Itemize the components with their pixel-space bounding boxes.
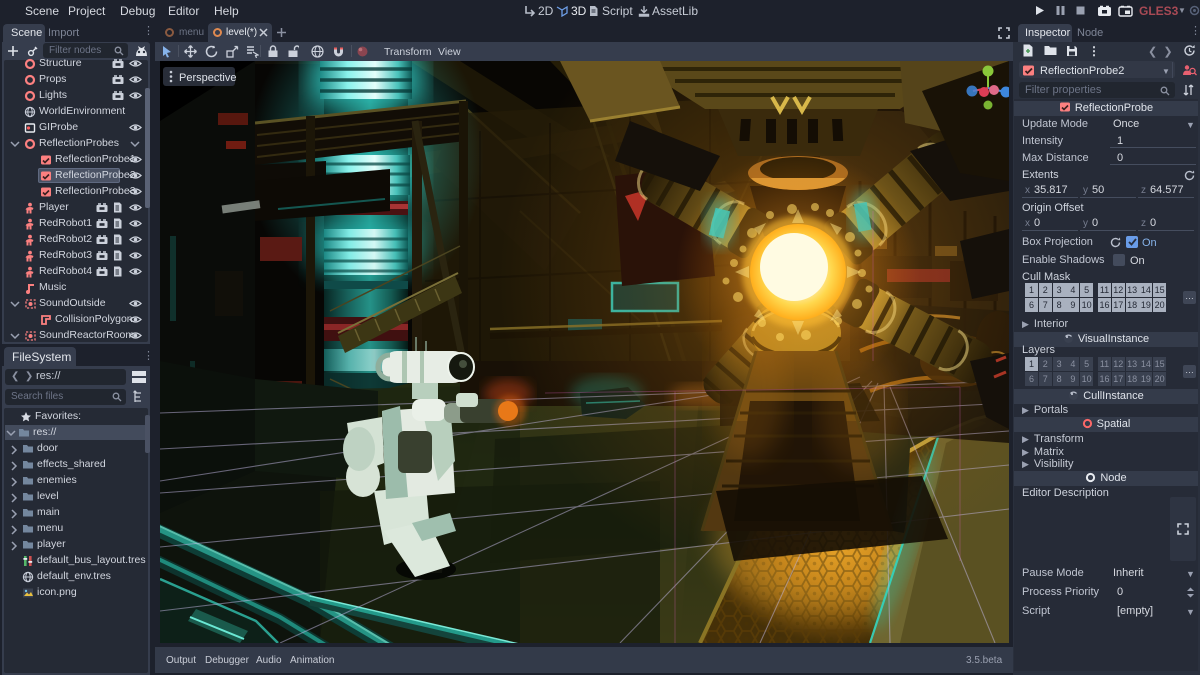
svg-text:Perspective: Perspective [179,72,236,84]
